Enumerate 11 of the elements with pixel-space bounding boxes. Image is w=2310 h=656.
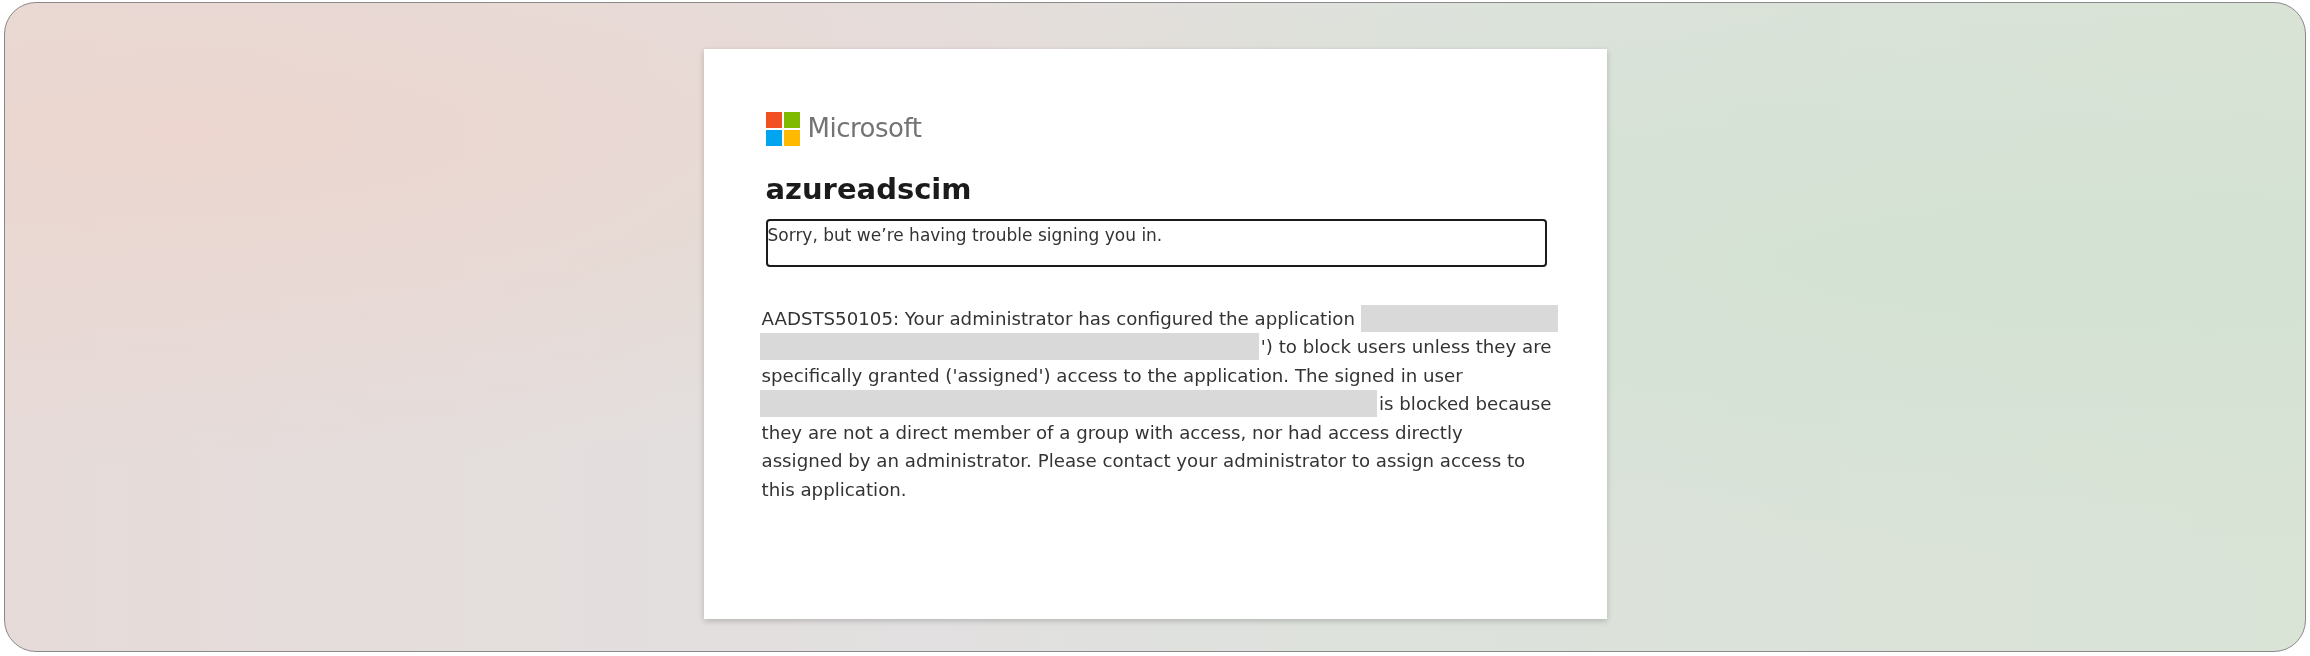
error-text: this application. — [760, 477, 907, 502]
error-text: they are not a direct member of a group with access, nor had access directly — [760, 420, 1463, 445]
error-text: AADSTS50105: Your administrator has configured the application — [760, 306, 1355, 331]
error-text: ') to block users unless they are — [1259, 335, 1552, 360]
brand-name: Microsoft — [807, 112, 922, 145]
error-notice: Sorry, but we’re having trouble signing you in. — [765, 218, 1547, 267]
error-text: assigned by an administrator. Please contact your administrator to assign access to — [760, 449, 1526, 474]
error-text: is blocked because — [1378, 392, 1552, 417]
page-title: azureadscim — [765, 172, 973, 207]
error-text: specifically granted ('assigned') access to the application. The signed in user — [760, 363, 1463, 388]
microsoft-logo-icon — [765, 111, 800, 146]
